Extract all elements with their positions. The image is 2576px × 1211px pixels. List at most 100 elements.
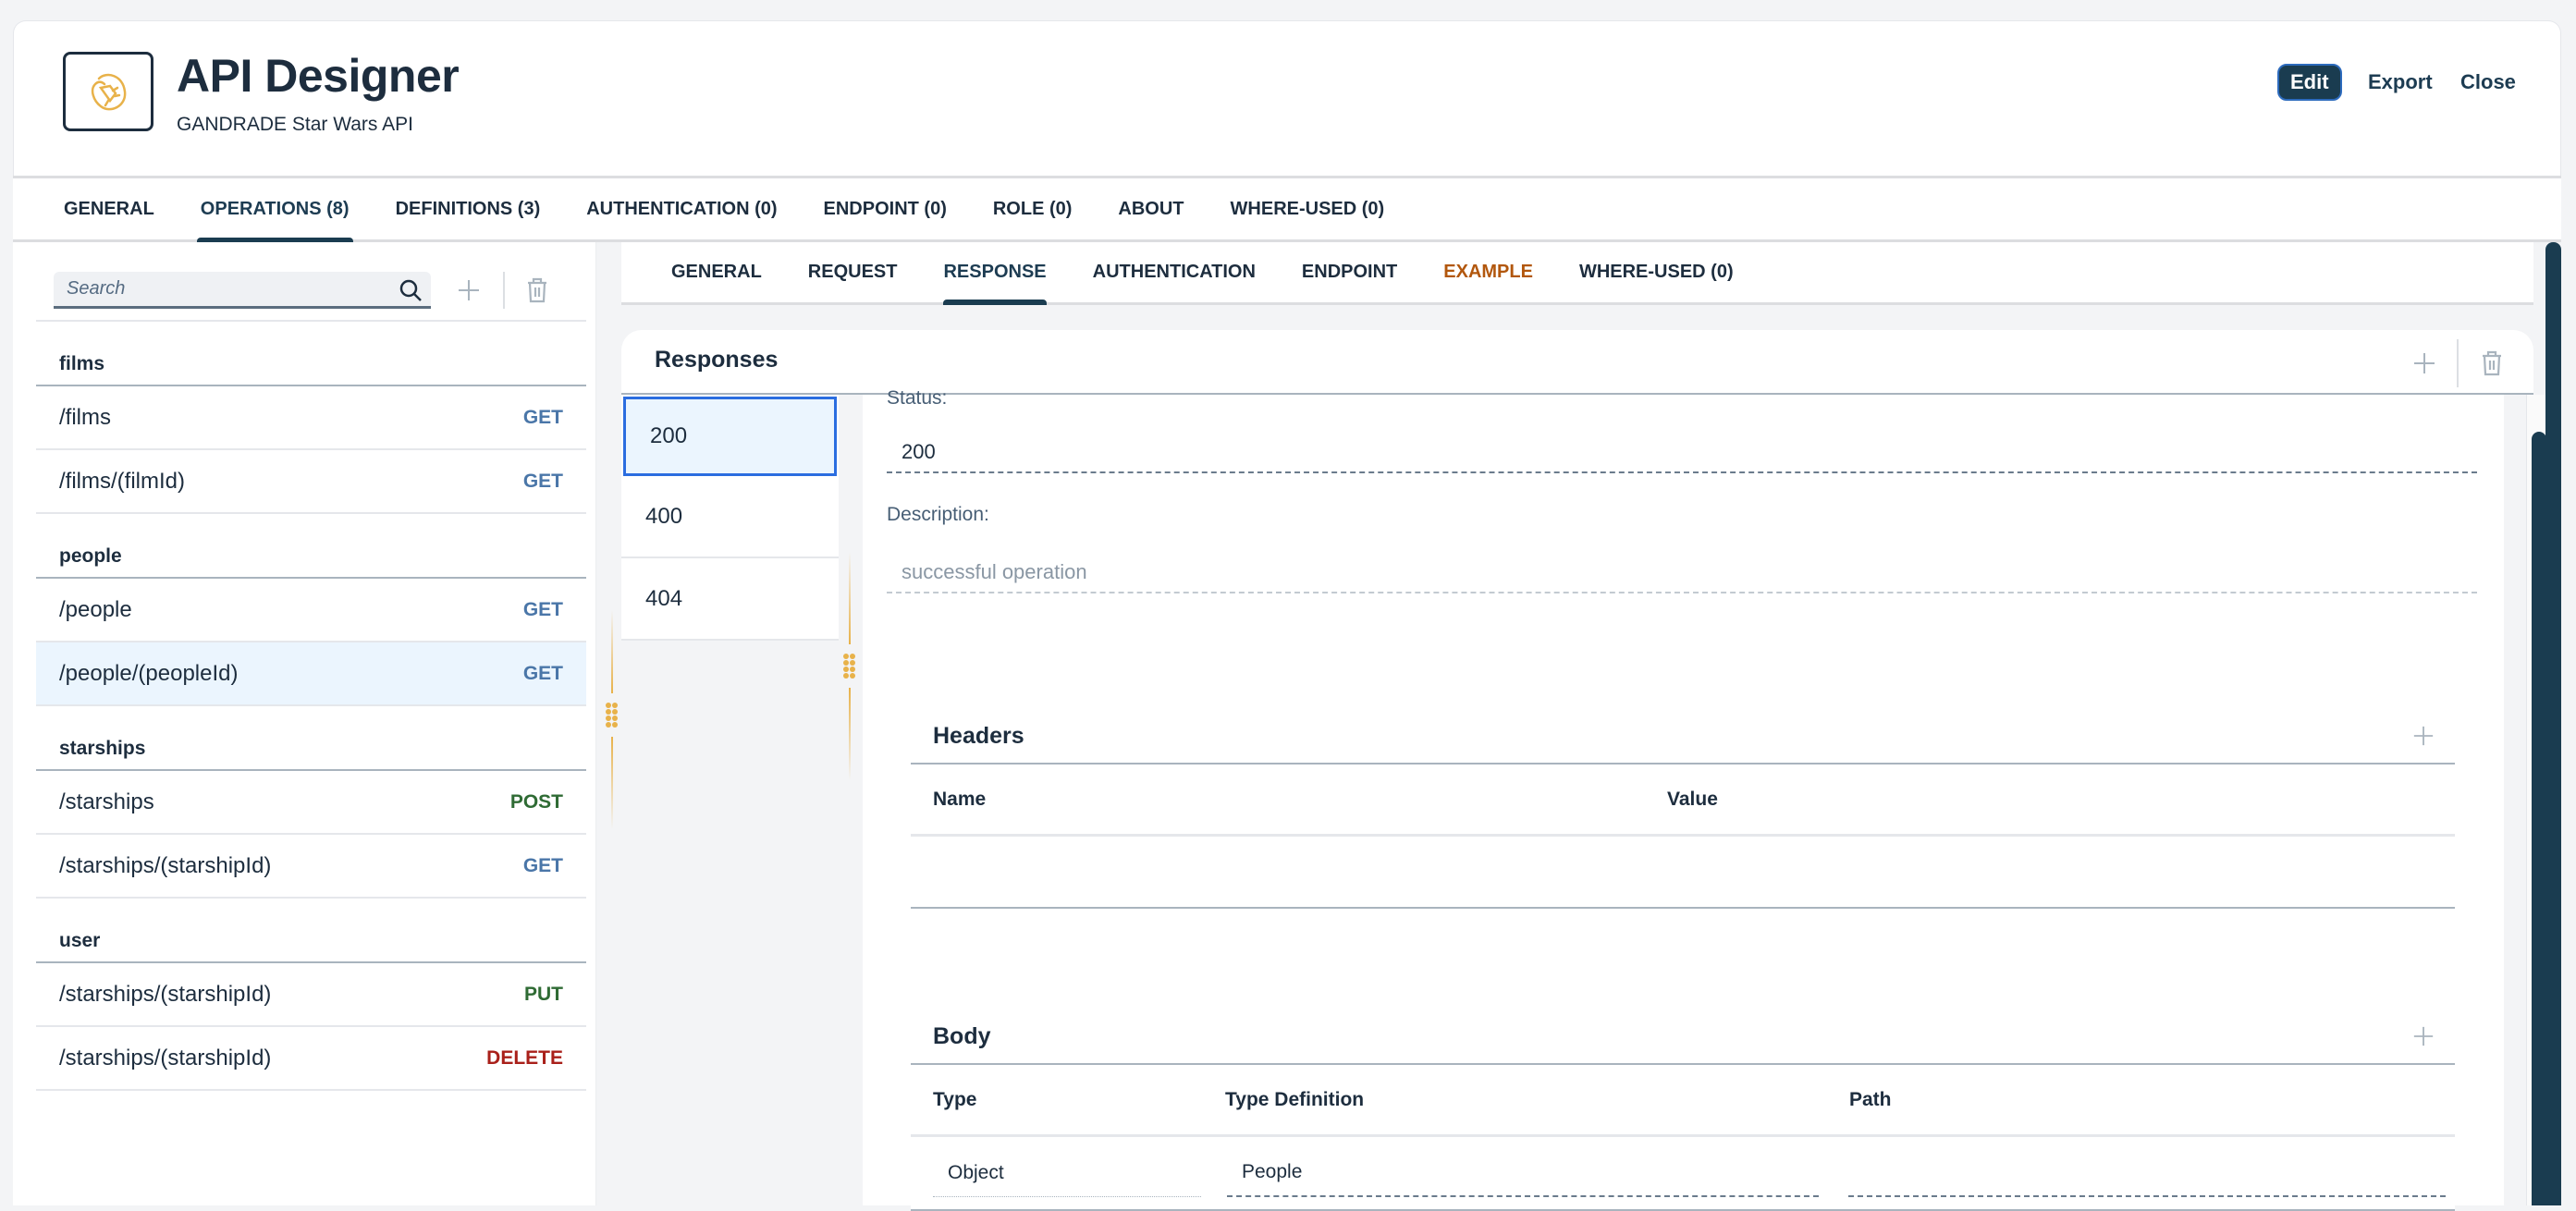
headers-column-header: Name Value	[911, 765, 2455, 837]
column-name: Name	[933, 788, 987, 810]
search-placeholder: Search	[67, 278, 126, 299]
search-input[interactable]: Search	[54, 272, 431, 309]
tab-endpoint[interactable]: ENDPOINT (0)	[824, 178, 947, 239]
tab-about[interactable]: ABOUT	[1118, 178, 1184, 239]
http-method-badge: GET	[522, 470, 563, 492]
http-method-badge: GET	[522, 854, 563, 876]
response-item-200[interactable]: 200	[623, 397, 837, 476]
responses-card: Responses 200 400 404 Status: 200 Descri…	[621, 330, 2552, 1211]
add-header-button[interactable]	[2412, 725, 2435, 747]
subtab-response[interactable]: RESPONSE	[943, 242, 1047, 305]
type-definition-field[interactable]: People	[1227, 1149, 1819, 1197]
response-code-list: 200 400 404	[621, 395, 839, 641]
operation-path: /people/(peopleId)	[59, 660, 239, 686]
operations-list: films/films GET/films/(filmId) GET people/p…	[36, 320, 586, 1091]
status-label: Status:	[887, 387, 948, 409]
headers-section: Headers Name Value	[911, 709, 2455, 909]
operation-path: /starships/(starshipId)	[59, 1045, 272, 1070]
operations-panel: Search films/films GET/films/(filmId) GET p…	[13, 242, 596, 1205]
description-label: Description:	[887, 504, 989, 525]
column-path: Path	[1849, 1088, 1892, 1110]
operation-detail-area: GENERAL REQUEST RESPONSE AUTHENTICATION …	[596, 242, 2552, 1211]
column-type: Type	[933, 1088, 977, 1110]
operation-sub-tab-bar: GENERAL REQUEST RESPONSE AUTHENTICATION …	[621, 242, 2533, 305]
http-method-badge: GET	[522, 406, 563, 428]
operation-group-films: films	[36, 322, 586, 386]
export-button[interactable]: Export	[2359, 64, 2442, 101]
edit-button[interactable]: Edit	[2277, 64, 2342, 101]
subtab-request[interactable]: REQUEST	[808, 242, 898, 302]
search-icon[interactable]	[398, 277, 423, 309]
response-item-400[interactable]: 400	[621, 476, 839, 558]
status-field[interactable]: 200	[887, 432, 2477, 473]
add-operation-button[interactable]	[455, 272, 483, 309]
app-header: API Designer GANDRADE Star Wars API Edit…	[13, 20, 2561, 176]
plus-icon	[459, 280, 479, 300]
subtab-where-used[interactable]: WHERE-USED (0)	[1579, 242, 1734, 302]
responses-title: Responses	[655, 347, 779, 373]
operation-path: /starships	[59, 789, 154, 814]
toolbar-divider	[503, 272, 505, 309]
main-tab-bar: GENERAL OPERATIONS (8) DEFINITIONS (3) A…	[13, 176, 2561, 242]
operation-group-starships: starships	[36, 706, 586, 771]
trash-icon	[528, 277, 546, 303]
response-item-404[interactable]: 404	[621, 558, 839, 641]
operation-path: /starships/(starshipId)	[59, 981, 272, 1007]
response-detail: Status: 200 Description: successful oper…	[863, 387, 2504, 1211]
add-body-button[interactable]	[2412, 1025, 2435, 1047]
body-section: Body Type Type Definition Path Object Pe…	[911, 1009, 2455, 1211]
tab-role[interactable]: ROLE (0)	[993, 178, 1073, 239]
tab-authentication[interactable]: AUTHENTICATION (0)	[586, 178, 777, 239]
splitter-handle[interactable]	[843, 552, 855, 780]
type-select[interactable]: Object	[933, 1149, 1201, 1197]
subtab-general[interactable]: GENERAL	[671, 242, 762, 302]
operation-group-people: people	[36, 514, 586, 579]
http-method-badge: GET	[522, 662, 563, 684]
tab-general[interactable]: GENERAL	[64, 178, 154, 239]
add-response-button[interactable]	[2406, 345, 2443, 382]
plug-circle-icon	[63, 52, 153, 131]
column-value: Value	[1667, 788, 1718, 810]
http-method-badge: GET	[522, 598, 563, 620]
inner-scrollbar[interactable]	[2532, 432, 2546, 1205]
operation-item[interactable]: /people/(peopleId) GET	[36, 642, 586, 706]
operation-group-user: user	[36, 899, 586, 963]
http-method-badge: DELETE	[486, 1046, 563, 1069]
headers-empty-row	[911, 837, 2455, 909]
tab-operations[interactable]: OPERATIONS (8)	[196, 178, 353, 242]
body-column-header: Type Type Definition Path	[911, 1065, 2455, 1137]
column-type-definition: Type Definition	[1225, 1088, 1365, 1110]
toolbar-divider	[2457, 339, 2459, 387]
tab-definitions[interactable]: DEFINITIONS (3)	[396, 178, 541, 239]
path-field[interactable]	[1848, 1149, 2446, 1197]
subtab-authentication[interactable]: AUTHENTICATION	[1093, 242, 1256, 302]
delete-operation-button[interactable]	[523, 272, 551, 309]
app-title: API Designer	[177, 50, 460, 102]
http-method-badge: PUT	[524, 983, 563, 1005]
close-button[interactable]: Close	[2451, 64, 2525, 101]
description-field[interactable]: successful operation	[887, 552, 2477, 593]
headers-title: Headers	[933, 722, 1024, 749]
delete-response-button[interactable]	[2473, 345, 2510, 382]
trash-icon	[2483, 350, 2501, 376]
operation-path: /starships/(starshipId)	[59, 852, 272, 878]
body-title: Body	[933, 1022, 991, 1049]
body-section-header: Body	[911, 1009, 2455, 1065]
operation-item[interactable]: /starships/(starshipId) GET	[36, 835, 586, 899]
subtab-example[interactable]: EXAMPLE	[1443, 242, 1533, 302]
operation-item[interactable]: /people GET	[36, 579, 586, 642]
responses-header: Responses	[621, 330, 2533, 395]
operation-item[interactable]: /starships POST	[36, 771, 586, 835]
http-method-badge: POST	[509, 790, 563, 813]
operation-item[interactable]: /films/(filmId) GET	[36, 450, 586, 514]
tab-where-used[interactable]: WHERE-USED (0)	[1231, 178, 1385, 239]
subtab-endpoint[interactable]: ENDPOINT	[1302, 242, 1397, 302]
grip-icon	[843, 654, 855, 679]
operation-item[interactable]: /starships/(starshipId) PUT	[36, 963, 586, 1027]
headers-section-header: Headers	[911, 709, 2455, 765]
outer-scrollbar[interactable]	[2545, 242, 2561, 1205]
operation-item[interactable]: /films GET	[36, 386, 586, 450]
operation-item[interactable]: /starships/(starshipId) DELETE	[36, 1027, 586, 1091]
plus-icon	[2414, 353, 2435, 373]
body-row: Object People	[911, 1137, 2455, 1211]
